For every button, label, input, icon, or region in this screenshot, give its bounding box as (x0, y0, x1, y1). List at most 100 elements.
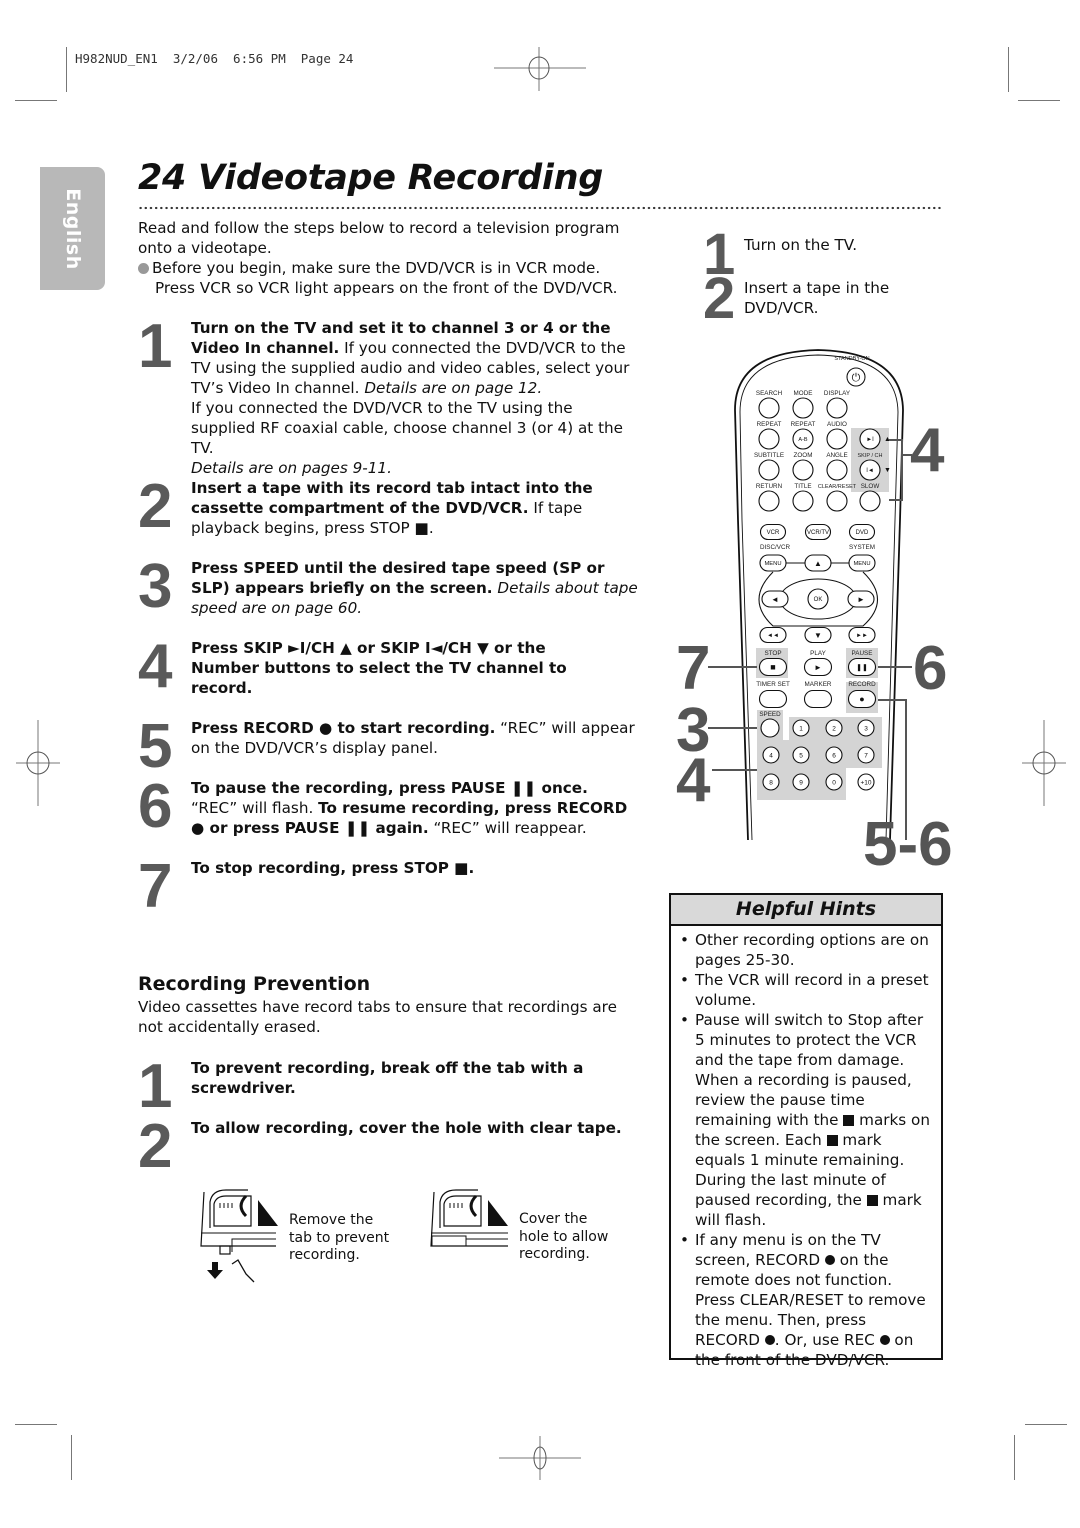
remote-button (792, 397, 814, 419)
rewind-button-glyph: ◄◄ (767, 633, 779, 639)
registration-mark-top (494, 47, 586, 91)
stop-button-glyph: ■ (770, 662, 775, 672)
crop-mark (1018, 100, 1060, 101)
number-button-4-glyph: 4 (769, 752, 773, 759)
right-button-glyph: ► (857, 595, 865, 604)
remote-button (792, 459, 814, 481)
remote-label: SKIP / CH (858, 453, 883, 459)
step-1: 1 Turn on the TV and set it to channel 3… (138, 312, 630, 478)
ch-down-icon: ▼ (884, 467, 891, 474)
page-title: 24 Videotape Recording (138, 158, 603, 198)
caption-remove-tab: Remove the tab to prevent recording. (289, 1212, 390, 1263)
remote-button (758, 459, 780, 481)
callout-stop: 7 (676, 634, 711, 703)
step-number: 3 (138, 552, 173, 621)
language-tab: English (40, 167, 105, 290)
cassette-hole-covered-illustration (430, 1189, 508, 1247)
number-button-5-glyph: 5 (799, 752, 803, 759)
remote-button (792, 490, 814, 512)
remote-button (826, 459, 848, 481)
remote-label: RECORD (848, 681, 876, 688)
ffwd-button-glyph: ►► (856, 633, 868, 639)
callout-numbers: 4 (676, 746, 711, 815)
hints-title: Helpful Hints (671, 895, 941, 926)
remote-label: CLEAR/RESET (818, 484, 857, 490)
record-dot-icon (764, 1335, 775, 1345)
registration-mark-left (16, 720, 60, 806)
down-button-glyph: ▼ (814, 631, 822, 640)
prevention-body: Video cassettes have record tabs to ensu… (138, 998, 617, 1036)
remote-label: TIMER SET (756, 681, 790, 688)
timer-set-button (758, 689, 788, 709)
remote-label: SUBTITLE (754, 452, 784, 459)
number-button-9-glyph: 9 (799, 779, 803, 786)
step-6: 6 To pause the recording, press PAUSE ❚❚… (138, 772, 628, 841)
step-number: 1 (138, 1052, 173, 1121)
step-number: 6 (138, 772, 173, 841)
callout-pause: 6 (913, 634, 948, 703)
remote-label: DISPLAY (824, 390, 851, 397)
power-button-icon-glyph: ⏻ (852, 372, 861, 384)
step-2: 2 Insert a tape with its record tab inta… (138, 472, 593, 541)
remote-label: REPEAT (791, 421, 816, 428)
step-number: 2 (703, 266, 736, 331)
remote-label: SEARCH (756, 390, 783, 397)
step-number: 2 (138, 1112, 173, 1181)
pause-button-glyph: ❚❚ (856, 664, 868, 672)
record-dot-icon (824, 1255, 835, 1265)
skip-prev-button-glyph: I◄ (866, 468, 874, 474)
step-7: 7 To stop recording, press STOP ■. (138, 852, 475, 921)
record-dot-icon (879, 1335, 890, 1345)
cassette-tab-removed-illustration (200, 1189, 278, 1283)
registration-mark-bottom (499, 1436, 581, 1480)
section-heading: Recording Prevention (138, 973, 371, 995)
disc-menu-button-glyph: MENU (764, 561, 781, 567)
remote-label: AUDIO (827, 421, 847, 428)
marker-button (803, 689, 833, 709)
right-step-2: 2 Insert a tape in the DVD/VCR. (703, 266, 890, 331)
remote-label: PAUSE (852, 650, 873, 657)
crop-mark (1014, 1435, 1015, 1480)
hint-item: If any menu is on the TV screen, RECORD … (678, 1230, 935, 1370)
remote-label: ZOOM (794, 452, 813, 459)
remote-button-glyph: A-B (798, 437, 808, 443)
mode-button-dvd-glyph: DVD (856, 530, 869, 536)
registration-mark-right (1022, 720, 1066, 806)
number-button-8-glyph: 8 (769, 779, 773, 786)
remote-label: STANDBY-ON (834, 356, 869, 362)
play-button-glyph: ► (814, 663, 822, 672)
skip-next-button-glyph: ►I (866, 437, 874, 443)
remote-button (826, 490, 848, 512)
square-mark-icon (843, 1115, 855, 1126)
number-button-0-glyph: 0 (832, 779, 836, 786)
remote-button (826, 397, 848, 419)
callout-skip: 4 (910, 416, 945, 485)
record-button-glyph: ● (859, 694, 864, 704)
number-button-2-glyph: 2 (832, 725, 836, 732)
hint-item: The VCR will record in a preset volume. (678, 970, 935, 1010)
number-button-7-glyph: 7 (864, 752, 868, 759)
remote-label: RETURN (756, 483, 783, 490)
crop-mark (1008, 47, 1009, 92)
crop-mark (71, 1435, 72, 1480)
square-mark-icon (826, 1135, 838, 1146)
remote-button (758, 428, 780, 450)
step-number: 2 (138, 472, 173, 541)
print-slug: H982NUD_EN1 3/2/06 6:56 PM Page 24 (75, 51, 354, 66)
dotted-divider (138, 206, 943, 210)
remote-label: TITLE (794, 483, 811, 490)
step-number: 1 (138, 312, 173, 381)
remote-label: MODE (794, 390, 813, 397)
system-menu-button-glyph: MENU (853, 561, 870, 567)
step-3: 3 Press SPEED until the desired tape spe… (138, 552, 638, 621)
number-button-+10-glyph: +10 (860, 779, 871, 786)
remote-label: DISC/VCR (760, 544, 791, 551)
remote-label: REPEAT (757, 421, 782, 428)
remote-label: STOP (764, 650, 781, 657)
remote-button (826, 428, 848, 450)
intro-bullet: Before you begin, make sure the DVD/VCR … (138, 258, 638, 278)
remote-label: SYSTEM (849, 544, 875, 551)
mode-button-vcrtv-glyph: VCR/TV (807, 530, 829, 536)
up-button-glyph: ▲ (814, 559, 822, 568)
crop-mark (15, 1424, 57, 1425)
